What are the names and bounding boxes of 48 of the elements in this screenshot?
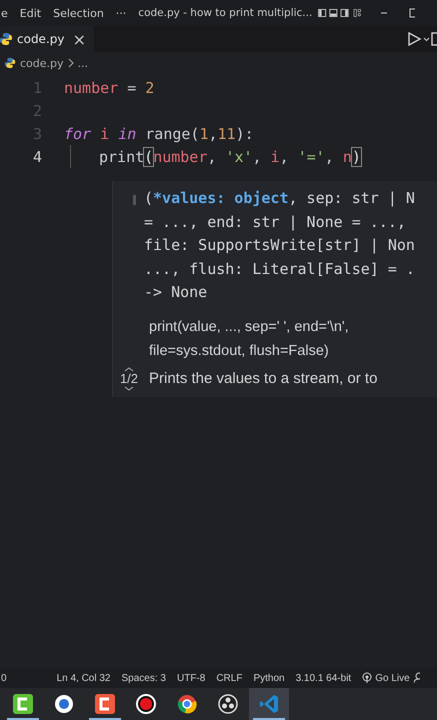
chevron-down-icon[interactable] [124,386,134,390]
code-line: print(number, 'x', i, '=', n) [99,148,361,166]
status-item[interactable]: CRLF [216,672,242,684]
layout-icons[interactable] [318,6,362,20]
menu-item[interactable]: Edit [20,6,42,20]
letter-c-icon [94,693,116,715]
python-icon [0,32,13,46]
browser-icon [176,693,198,715]
ring-icon [53,693,75,715]
signature-line: (*values: object, sep: str | N [144,188,415,209]
doc-line: print(value, ..., sep=' ', end='\n', [149,318,350,336]
go-live-button[interactable]: Go Live [362,672,410,684]
status-item[interactable]: 3.10.1 64-bit [296,672,352,684]
split-editor-icon[interactable] [431,32,437,46]
menu-item[interactable]: Selection [53,6,104,20]
status-item[interactable]: Python [253,672,285,684]
signature-line: ..., flush: Literal[False] = . [144,258,415,280]
window-title: code.py - how to print multiplic... [138,7,312,19]
python-icon [4,57,16,69]
doc-line: file=sys.stdout, flush=False) [149,342,330,360]
overload-pager[interactable]: 1/2 [113,366,145,390]
broadcast-icon [362,672,372,684]
signature-line: = ..., end: str | None = ..., [144,212,407,232]
breadcrumb-item[interactable]: ... [78,56,88,70]
signature-line: -> None [144,282,208,303]
code-line: for i in range(1,11): [64,124,254,142]
chevron-up-icon[interactable] [124,366,134,372]
menu-item[interactable]: e [1,6,8,20]
line-number: 4 [32,148,42,166]
status-item[interactable]: Ln 4, Col 32 [56,672,110,684]
status-item[interactable]: UTF-8 [176,672,206,684]
run-icon[interactable] [407,32,431,46]
code-line: number = 2 [64,78,154,96]
close-button[interactable]: × [72,30,86,48]
chevron-icon [68,58,74,68]
editor-tab[interactable]: code.py × [0,26,94,52]
record-icon [135,693,157,715]
editor-icon [258,693,280,715]
breadcrumb-item[interactable]: code.py [20,56,64,70]
menu-item[interactable]: ··· [116,6,126,20]
maximize-icon[interactable] [409,8,415,18]
signature-line: file: SupportsWrite[str] | Non [144,235,415,256]
letter-c-icon [12,693,34,715]
three-dots-circle-icon [217,693,239,715]
status-item[interactable]: 0 [1,672,7,684]
description-text: Prints the values to a stream, or to [149,370,378,387]
person-icon[interactable] [414,672,420,684]
status-item[interactable]: Spaces: 3 [122,672,166,684]
